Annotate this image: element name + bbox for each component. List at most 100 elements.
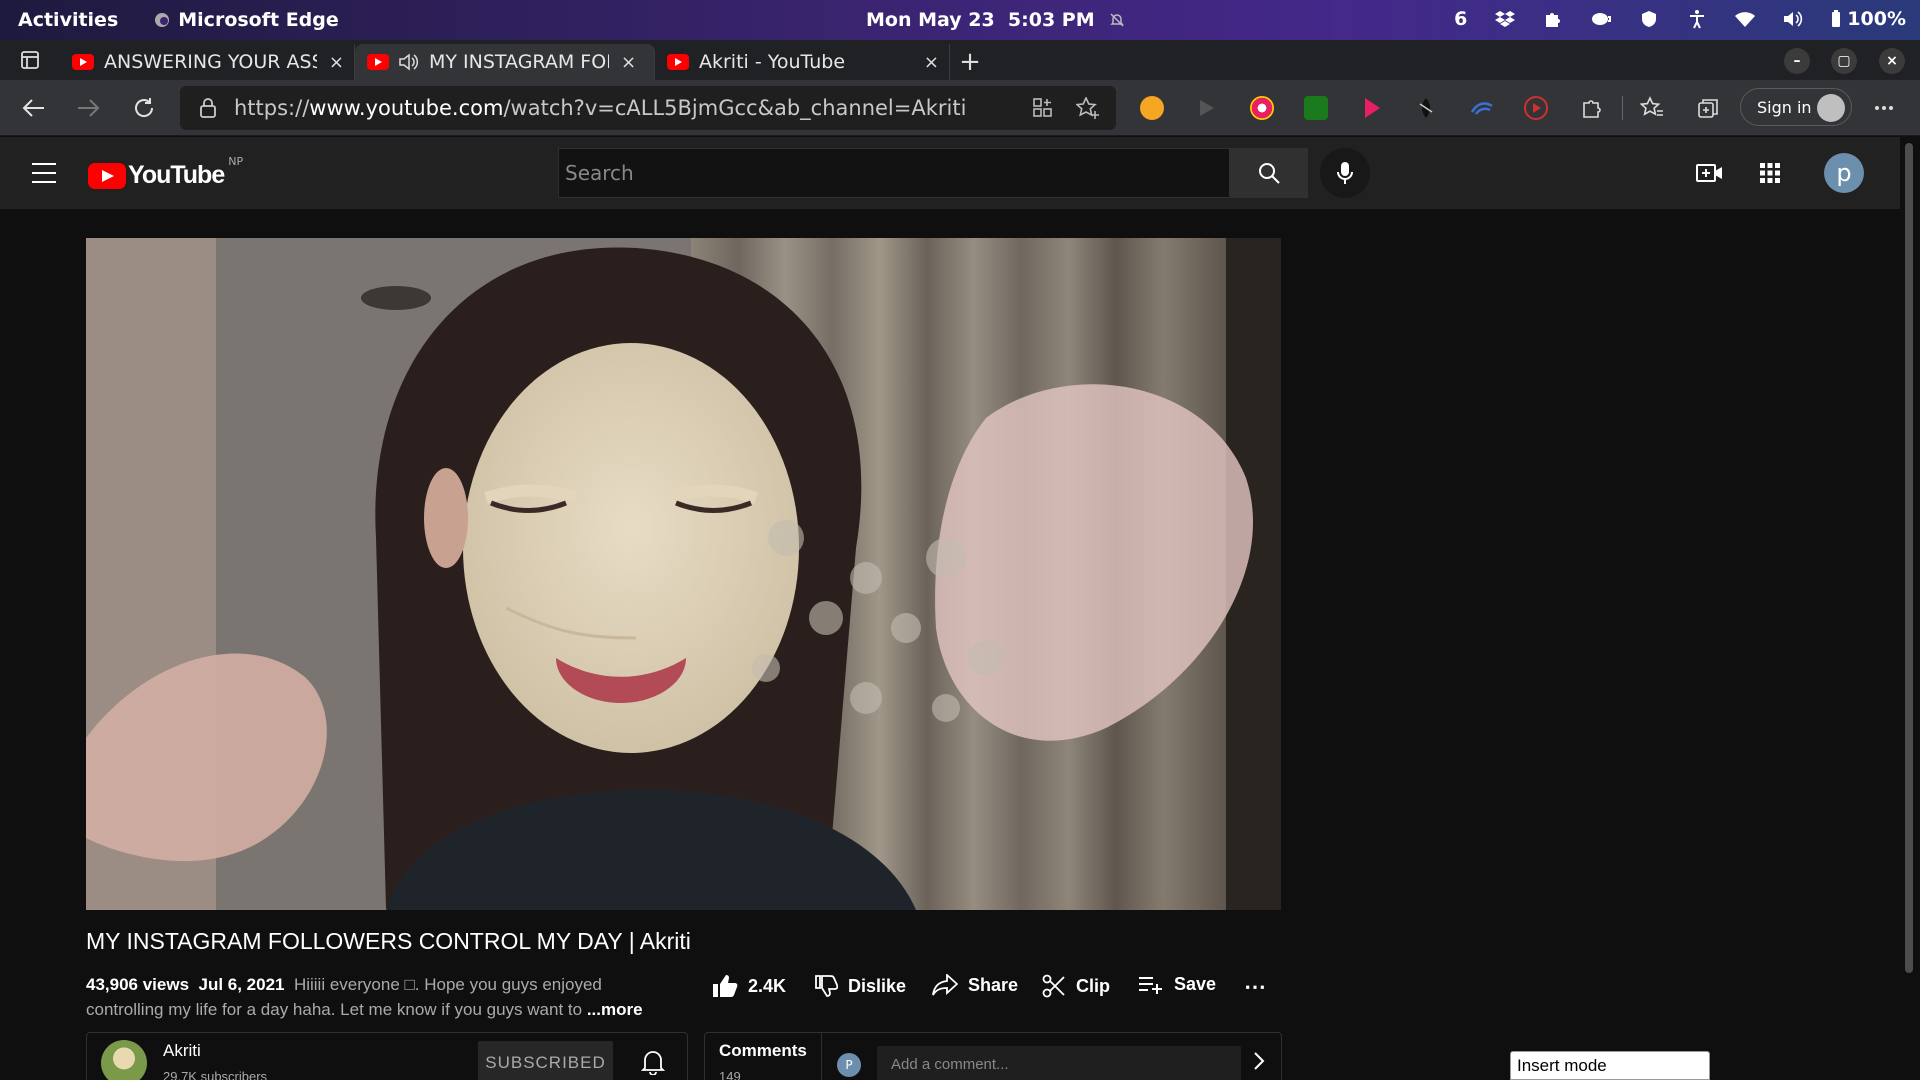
dropbox-icon	[1495, 9, 1516, 29]
account-avatar[interactable]: p	[1824, 153, 1864, 193]
add-favorite-icon[interactable]	[1076, 97, 1100, 119]
shield-icon	[1639, 9, 1659, 29]
apps-button[interactable]	[1756, 159, 1784, 187]
notifications-off-icon	[1109, 13, 1124, 27]
close-window-button[interactable]: ×	[1879, 48, 1905, 74]
voice-search-button[interactable]	[1320, 148, 1370, 198]
extensions-icon[interactable]	[1580, 96, 1604, 120]
minimize-button[interactable]: –	[1784, 48, 1810, 74]
extension-record-icon[interactable]	[1524, 96, 1548, 120]
settings-menu-button[interactable]	[1868, 92, 1900, 124]
tab-answering[interactable]: ANSWERING YOUR ASSU ×	[60, 44, 355, 80]
video-player[interactable]	[86, 238, 1281, 910]
extensions-puzzle-icon	[1543, 9, 1563, 29]
battery-percent: 100%	[1847, 8, 1906, 30]
address-bar[interactable]: https://www.youtube.com/watch?v=cALL5Bjm…	[180, 86, 1116, 130]
save-button[interactable]: Save	[1138, 974, 1216, 995]
share-icon	[932, 974, 958, 996]
show-more-link[interactable]: ...more	[587, 1000, 643, 1019]
comments-label: Comments	[719, 1041, 807, 1060]
more-actions-button[interactable]: ⋯	[1244, 974, 1266, 1000]
tab-instagram-followers[interactable]: MY INSTAGRAM FOLL ×	[355, 44, 655, 80]
channel-name[interactable]: Akriti	[163, 1041, 201, 1061]
create-video-button[interactable]	[1696, 159, 1724, 187]
system-tray[interactable]: 6 100%	[1454, 8, 1906, 30]
new-tab-button[interactable]: +	[950, 44, 990, 80]
app-available-icon[interactable]	[1032, 97, 1054, 119]
thumbs-up-icon	[713, 975, 738, 997]
search-icon	[1259, 163, 1280, 184]
tab-actions-icon	[21, 51, 39, 69]
clip-button[interactable]: Clip	[1042, 974, 1110, 998]
collections-icon[interactable]	[1696, 96, 1720, 120]
url-host: www.youtube.com	[309, 96, 504, 120]
youtube-favicon-icon	[367, 54, 389, 70]
commenter-avatar: P	[837, 1053, 861, 1077]
youtube-logo-text: YouTube	[128, 161, 225, 189]
share-button[interactable]: Share	[932, 974, 1018, 996]
extension-play-icon[interactable]	[1194, 96, 1218, 120]
wifi-icon	[1735, 9, 1756, 29]
profile-avatar-icon	[1817, 94, 1845, 122]
sign-in-button[interactable]: Sign in	[1740, 88, 1852, 126]
back-button[interactable]	[18, 92, 50, 124]
apps-grid-icon	[1760, 163, 1780, 183]
extension-honey-icon[interactable]	[1140, 96, 1164, 120]
app-menu[interactable]: Microsoft Edge	[154, 9, 339, 31]
video-title: MY INSTAGRAM FOLLOWERS CONTROL MY DAY | …	[86, 928, 691, 954]
activities-button[interactable]: Activities	[18, 9, 118, 31]
url-path: /watch?v=cALL5BjmGcc&ab_channel=Akriti	[503, 96, 967, 120]
browser-toolbar: https://www.youtube.com/watch?v=cALL5Bjm…	[0, 80, 1920, 136]
tab-actions-button[interactable]	[0, 40, 60, 80]
extension-blue-icon[interactable]	[1470, 96, 1494, 120]
comments-panel[interactable]: Comments 149 P Add a comment...	[704, 1032, 1282, 1080]
video-frame	[86, 238, 1281, 910]
extension-pink-play-icon[interactable]	[1360, 96, 1384, 120]
close-tab-icon[interactable]: ×	[621, 52, 636, 73]
lock-icon[interactable]	[200, 98, 216, 118]
share-label: Share	[968, 974, 1019, 995]
channel-card: Akriti 29.7K subscribers SUBSCRIBED	[86, 1032, 688, 1080]
extension-green-icon[interactable]	[1304, 96, 1328, 120]
youtube-favicon-icon	[72, 54, 94, 70]
tab-title: MY INSTAGRAM FOLL	[429, 51, 609, 73]
chevron-right-icon[interactable]	[1253, 1051, 1265, 1076]
favorites-icon[interactable]	[1639, 96, 1664, 120]
app-name: Microsoft Edge	[178, 9, 339, 31]
audio-playing-icon[interactable]	[399, 53, 419, 71]
close-tab-icon[interactable]: ×	[329, 52, 344, 73]
like-button[interactable]: 2.4K	[712, 974, 786, 998]
url-scheme: https://	[234, 96, 310, 120]
extension-dark-icon[interactable]	[1414, 96, 1438, 120]
add-comment-input[interactable]: Add a comment...	[877, 1046, 1241, 1080]
video-description[interactable]: 43,906 views Jul 6, 2021 Hiiiii everyone…	[86, 972, 676, 1022]
reload-button[interactable]	[128, 92, 160, 124]
clock[interactable]: Mon May 23 5:03 PM	[866, 9, 1125, 31]
tab-akriti-youtube[interactable]: Akriti - YouTube ×	[655, 44, 950, 80]
clip-label: Clip	[1076, 975, 1110, 996]
guide-menu-icon[interactable]	[32, 163, 56, 183]
subscribed-button[interactable]: SUBSCRIBED	[478, 1041, 613, 1080]
maximize-button[interactable]: ▢	[1831, 48, 1857, 74]
extension-circle-icon[interactable]	[1250, 96, 1274, 120]
youtube-logo[interactable]: YouTube NP	[88, 155, 243, 190]
scrollbar-thumb[interactable]	[1905, 143, 1913, 973]
search-button[interactable]	[1230, 148, 1308, 198]
edge-icon	[155, 13, 170, 27]
datetime: Mon May 23 5:03 PM	[866, 9, 1095, 31]
dislike-button[interactable]: Dislike	[814, 974, 906, 998]
accessibility-icon	[1687, 9, 1707, 29]
tab-title: Akriti - YouTube	[699, 51, 846, 73]
battery-indicator: 100%	[1831, 8, 1906, 30]
forward-button[interactable]	[72, 92, 104, 124]
sign-in-label: Sign in	[1757, 97, 1812, 117]
channel-avatar[interactable]	[101, 1040, 147, 1080]
search-input[interactable]: Search	[558, 148, 1230, 198]
close-tab-icon[interactable]: ×	[924, 52, 939, 73]
save-label: Save	[1174, 974, 1217, 994]
notification-bell-icon[interactable]	[640, 1049, 666, 1079]
like-count: 2.4K	[748, 975, 787, 996]
system-top-bar: Activities Microsoft Edge Mon May 23 5:0…	[0, 0, 1920, 40]
thumbs-down-icon	[815, 975, 838, 997]
more-horizontal-icon	[1875, 106, 1893, 110]
